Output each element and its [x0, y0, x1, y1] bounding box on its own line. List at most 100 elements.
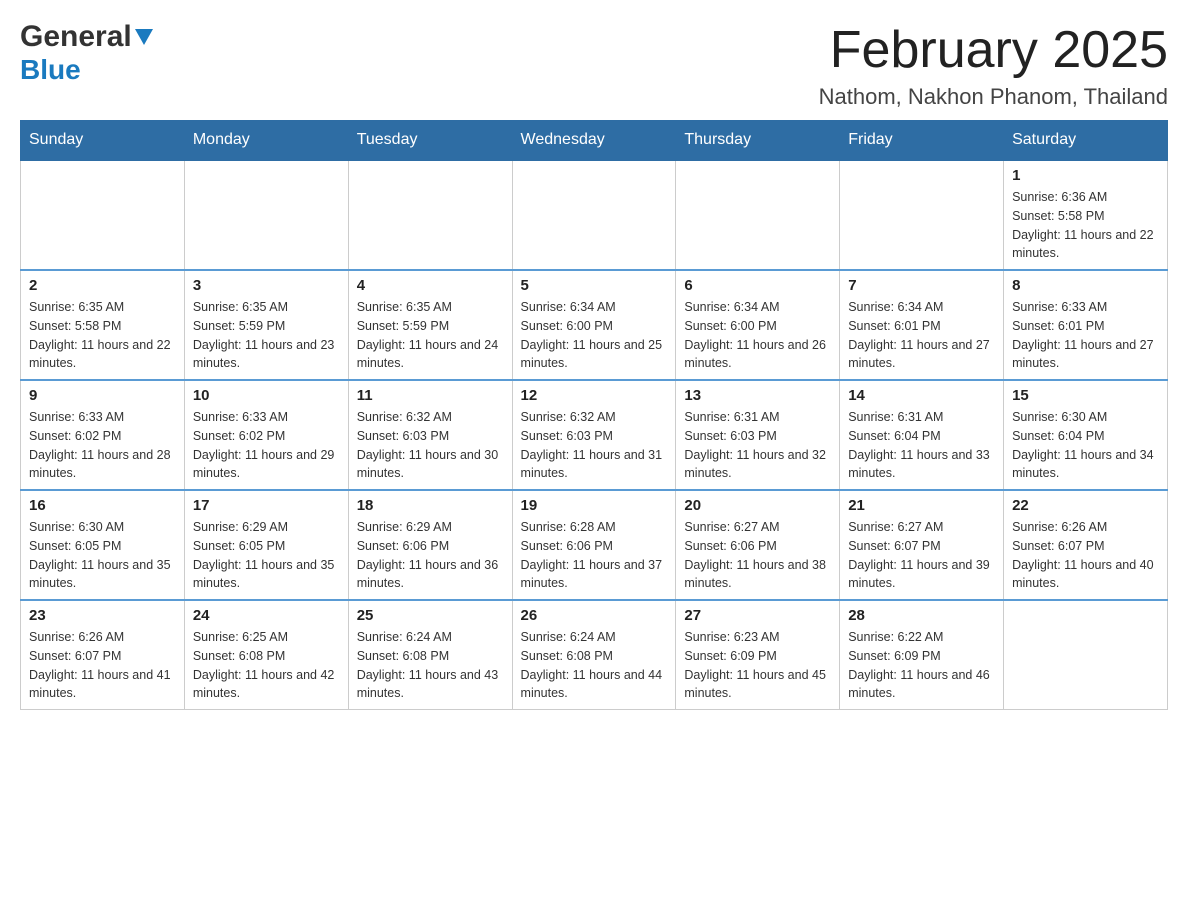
- day-number: 21: [848, 497, 995, 514]
- day-number: 22: [1012, 497, 1159, 514]
- calendar-day-1: 1 Sunrise: 6:36 AM Sunset: 5:58 PM Daylig…: [1004, 160, 1168, 270]
- day-info: Sunrise: 6:35 AM Sunset: 5:58 PM Dayligh…: [29, 298, 176, 373]
- month-title: February 2025: [819, 20, 1168, 80]
- calendar-week-row: 23 Sunrise: 6:26 AM Sunset: 6:07 PM Dayli…: [21, 600, 1168, 710]
- day-info: Sunrise: 6:31 AM Sunset: 6:03 PM Dayligh…: [684, 408, 831, 483]
- day-number: 1: [1012, 167, 1159, 184]
- day-number: 13: [684, 387, 831, 404]
- calendar-empty-cell: [348, 160, 512, 270]
- calendar-day-18: 18 Sunrise: 6:29 AM Sunset: 6:06 PM Dayli…: [348, 490, 512, 600]
- day-info: Sunrise: 6:34 AM Sunset: 6:00 PM Dayligh…: [684, 298, 831, 373]
- day-number: 28: [848, 607, 995, 624]
- logo-triangle-icon: [135, 29, 153, 47]
- day-info: Sunrise: 6:35 AM Sunset: 5:59 PM Dayligh…: [193, 298, 340, 373]
- calendar-day-15: 15Sunrise: 6:30 AM Sunset: 6:04 PM Dayli…: [1004, 380, 1168, 490]
- calendar-header-saturday: Saturday: [1004, 121, 1168, 161]
- calendar-week-row: 16 Sunrise: 6:30 AM Sunset: 6:05 PM Dayli…: [21, 490, 1168, 600]
- day-number: 19: [521, 497, 668, 514]
- day-number: 12: [521, 387, 668, 404]
- calendar-header-wednesday: Wednesday: [512, 121, 676, 161]
- calendar-day-10: 10 Sunrise: 6:33 AM Sunset: 6:02 PM Dayli…: [184, 380, 348, 490]
- day-info: Sunrise: 6:34 AM Sunset: 6:01 PM Dayligh…: [848, 298, 995, 373]
- calendar-header-thursday: Thursday: [676, 121, 840, 161]
- day-number: 14: [848, 387, 995, 404]
- page-header: General Blue February 2025 Nathom, Nakho…: [20, 20, 1168, 110]
- calendar-week-row: 1 Sunrise: 6:36 AM Sunset: 5:58 PM Daylig…: [21, 160, 1168, 270]
- calendar-day-6: 6 Sunrise: 6:34 AM Sunset: 6:00 PM Daylig…: [676, 270, 840, 380]
- day-number: 7: [848, 277, 995, 294]
- day-number: 17: [193, 497, 340, 514]
- day-number: 16: [29, 497, 176, 514]
- calendar-day-24: 24 Sunrise: 6:25 AM Sunset: 6:08 PM Dayli…: [184, 600, 348, 710]
- day-info: Sunrise: 6:30 AM Sunset: 6:04 PM Dayligh…: [1012, 408, 1159, 483]
- day-number: 2: [29, 277, 176, 294]
- day-info: Sunrise: 6:35 AM Sunset: 5:59 PM Dayligh…: [357, 298, 504, 373]
- calendar-day-9: 9 Sunrise: 6:33 AM Sunset: 6:02 PM Daylig…: [21, 380, 185, 490]
- calendar-day-27: 27 Sunrise: 6:23 AM Sunset: 6:09 PM Dayli…: [676, 600, 840, 710]
- day-info: Sunrise: 6:32 AM Sunset: 6:03 PM Dayligh…: [521, 408, 668, 483]
- calendar-day-23: 23 Sunrise: 6:26 AM Sunset: 6:07 PM Dayli…: [21, 600, 185, 710]
- calendar-day-16: 16 Sunrise: 6:30 AM Sunset: 6:05 PM Dayli…: [21, 490, 185, 600]
- day-info: Sunrise: 6:33 AM Sunset: 6:01 PM Dayligh…: [1012, 298, 1159, 373]
- day-number: 5: [521, 277, 668, 294]
- day-info: Sunrise: 6:36 AM Sunset: 5:58 PM Dayligh…: [1012, 188, 1159, 263]
- calendar-day-28: 28Sunrise: 6:22 AM Sunset: 6:09 PM Dayli…: [840, 600, 1004, 710]
- calendar-day-25: 25 Sunrise: 6:24 AM Sunset: 6:08 PM Dayli…: [348, 600, 512, 710]
- day-number: 6: [684, 277, 831, 294]
- title-section: February 2025 Nathom, Nakhon Phanom, Tha…: [819, 20, 1168, 110]
- calendar-empty-cell: [184, 160, 348, 270]
- day-info: Sunrise: 6:31 AM Sunset: 6:04 PM Dayligh…: [848, 408, 995, 483]
- calendar-header-friday: Friday: [840, 121, 1004, 161]
- calendar-day-12: 12 Sunrise: 6:32 AM Sunset: 6:03 PM Dayli…: [512, 380, 676, 490]
- day-number: 24: [193, 607, 340, 624]
- day-number: 23: [29, 607, 176, 624]
- calendar-empty-cell: [676, 160, 840, 270]
- day-number: 25: [357, 607, 504, 624]
- calendar-week-row: 2 Sunrise: 6:35 AM Sunset: 5:58 PM Daylig…: [21, 270, 1168, 380]
- logo-blue-text: Blue: [20, 54, 81, 85]
- calendar-header-sunday: Sunday: [21, 121, 185, 161]
- calendar-empty-cell: [1004, 600, 1168, 710]
- calendar-day-22: 22Sunrise: 6:26 AM Sunset: 6:07 PM Dayli…: [1004, 490, 1168, 600]
- calendar-empty-cell: [512, 160, 676, 270]
- calendar-day-17: 17 Sunrise: 6:29 AM Sunset: 6:05 PM Dayli…: [184, 490, 348, 600]
- calendar-header-row: SundayMondayTuesdayWednesdayThursdayFrid…: [21, 121, 1168, 161]
- day-info: Sunrise: 6:24 AM Sunset: 6:08 PM Dayligh…: [357, 628, 504, 703]
- calendar-empty-cell: [21, 160, 185, 270]
- location-title: Nathom, Nakhon Phanom, Thailand: [819, 84, 1168, 110]
- day-info: Sunrise: 6:34 AM Sunset: 6:00 PM Dayligh…: [521, 298, 668, 373]
- day-number: 18: [357, 497, 504, 514]
- day-info: Sunrise: 6:28 AM Sunset: 6:06 PM Dayligh…: [521, 518, 668, 593]
- day-info: Sunrise: 6:24 AM Sunset: 6:08 PM Dayligh…: [521, 628, 668, 703]
- calendar-day-5: 5 Sunrise: 6:34 AM Sunset: 6:00 PM Daylig…: [512, 270, 676, 380]
- day-number: 9: [29, 387, 176, 404]
- calendar-day-7: 7 Sunrise: 6:34 AM Sunset: 6:01 PM Daylig…: [840, 270, 1004, 380]
- calendar-day-13: 13 Sunrise: 6:31 AM Sunset: 6:03 PM Dayli…: [676, 380, 840, 490]
- day-number: 27: [684, 607, 831, 624]
- day-info: Sunrise: 6:27 AM Sunset: 6:07 PM Dayligh…: [848, 518, 995, 593]
- day-number: 26: [521, 607, 668, 624]
- calendar-day-19: 19 Sunrise: 6:28 AM Sunset: 6:06 PM Dayli…: [512, 490, 676, 600]
- calendar-day-4: 4Sunrise: 6:35 AM Sunset: 5:59 PM Daylig…: [348, 270, 512, 380]
- calendar-week-row: 9 Sunrise: 6:33 AM Sunset: 6:02 PM Daylig…: [21, 380, 1168, 490]
- calendar-day-14: 14 Sunrise: 6:31 AM Sunset: 6:04 PM Dayli…: [840, 380, 1004, 490]
- day-info: Sunrise: 6:23 AM Sunset: 6:09 PM Dayligh…: [684, 628, 831, 703]
- calendar-table: SundayMondayTuesdayWednesdayThursdayFrid…: [20, 120, 1168, 710]
- day-info: Sunrise: 6:33 AM Sunset: 6:02 PM Dayligh…: [193, 408, 340, 483]
- day-info: Sunrise: 6:30 AM Sunset: 6:05 PM Dayligh…: [29, 518, 176, 593]
- logo-general-text: General: [20, 20, 132, 54]
- day-number: 8: [1012, 277, 1159, 294]
- calendar-day-11: 11Sunrise: 6:32 AM Sunset: 6:03 PM Dayli…: [348, 380, 512, 490]
- day-info: Sunrise: 6:26 AM Sunset: 6:07 PM Dayligh…: [29, 628, 176, 703]
- day-info: Sunrise: 6:29 AM Sunset: 6:05 PM Dayligh…: [193, 518, 340, 593]
- calendar-day-8: 8 Sunrise: 6:33 AM Sunset: 6:01 PM Daylig…: [1004, 270, 1168, 380]
- day-info: Sunrise: 6:29 AM Sunset: 6:06 PM Dayligh…: [357, 518, 504, 593]
- day-info: Sunrise: 6:27 AM Sunset: 6:06 PM Dayligh…: [684, 518, 831, 593]
- day-number: 3: [193, 277, 340, 294]
- day-number: 11: [357, 387, 504, 404]
- day-number: 10: [193, 387, 340, 404]
- calendar-day-2: 2 Sunrise: 6:35 AM Sunset: 5:58 PM Daylig…: [21, 270, 185, 380]
- day-info: Sunrise: 6:25 AM Sunset: 6:08 PM Dayligh…: [193, 628, 340, 703]
- day-info: Sunrise: 6:33 AM Sunset: 6:02 PM Dayligh…: [29, 408, 176, 483]
- calendar-day-3: 3 Sunrise: 6:35 AM Sunset: 5:59 PM Daylig…: [184, 270, 348, 380]
